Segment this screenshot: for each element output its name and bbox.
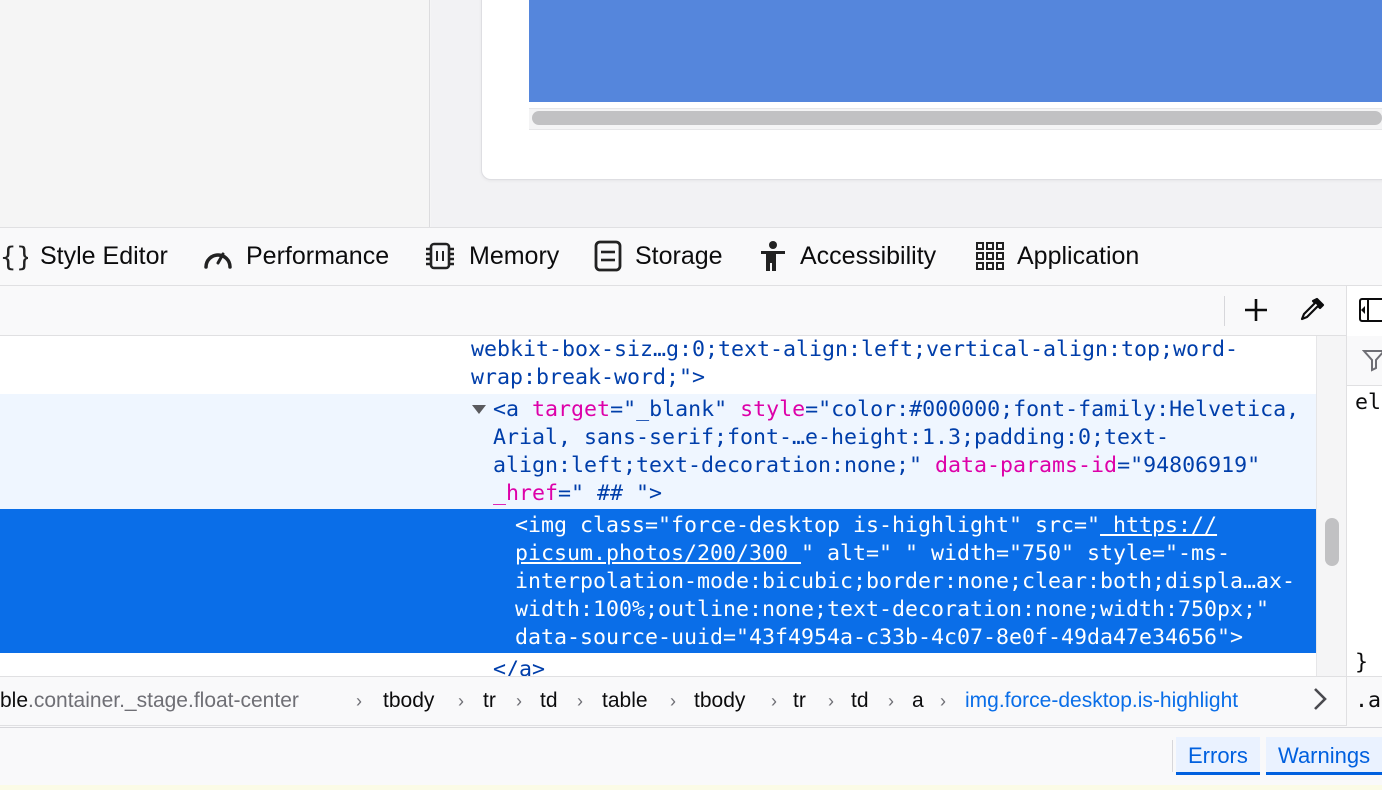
breadcrumb-scroll-right-button[interactable]: [1306, 684, 1334, 718]
chevron-right-icon: ›: [516, 691, 522, 711]
expand-twisty-icon[interactable]: [472, 405, 486, 414]
console-input-strip: [0, 785, 1382, 790]
markup-line: Arial, sans-serif;font-…e-height:1.3;pad…: [493, 425, 1170, 450]
tab-style-editor[interactable]: {} Style Editor: [0, 227, 168, 285]
memory-icon: [423, 241, 457, 271]
markup-line: _href=" ## ">: [493, 481, 663, 506]
breadcrumb-item-active[interactable]: img.force-desktop.is-highlight: [965, 676, 1238, 726]
highlighted-image-region: [529, 0, 1382, 102]
chevron-right-icon: ›: [771, 691, 777, 711]
rule-selector-text: .a: [1355, 688, 1382, 713]
plus-icon: [1243, 297, 1269, 328]
markup-line: data-source-uuid="43f4954a-c33b-4c07-8e0…: [515, 625, 1244, 650]
tab-label: Accessibility: [800, 241, 937, 270]
tab-accessibility[interactable]: Accessibility: [758, 227, 936, 285]
toggle-sidebar-button[interactable]: [1356, 295, 1382, 325]
application-icon: [975, 241, 1005, 271]
tab-memory[interactable]: Memory: [423, 227, 559, 285]
console-divider: [1172, 740, 1173, 772]
chevron-right-icon: ›: [458, 691, 464, 711]
markup-node-a[interactable]: <a target="_blank" style="color:#000000;…: [493, 396, 1299, 424]
markup-line: wrap:break-word;">: [471, 365, 706, 390]
breadcrumb-item[interactable]: a: [912, 676, 924, 726]
chevron-right-icon: [1311, 686, 1329, 717]
add-node-button[interactable]: [1236, 292, 1276, 332]
page-left-column: [0, 0, 430, 227]
toolbar-divider: [1224, 296, 1225, 326]
markup-close-a[interactable]: </a>: [493, 656, 545, 676]
sidebar-toggle-icon: [1356, 298, 1382, 329]
filter-icon[interactable]: [1361, 348, 1382, 377]
errors-filter-button[interactable]: Errors: [1176, 737, 1260, 775]
img-src-link[interactable]: https://: [1100, 513, 1217, 538]
horizontal-scrollbar-thumb[interactable]: [532, 111, 1382, 125]
tab-label: Style Editor: [40, 241, 168, 270]
breadcrumb-item[interactable]: table: [602, 676, 648, 726]
chevron-right-icon: ›: [940, 691, 946, 711]
breadcrumb-item[interactable]: ble.container._stage.float-center: [0, 676, 299, 726]
inspector-toolbar: [0, 286, 1346, 336]
tab-performance[interactable]: Performance: [202, 227, 389, 285]
selected-node-img[interactable]: <img class="force-desktop is-highlight" …: [515, 512, 1217, 540]
markup-view[interactable]: webkit-box-siz…g:0;text-align:left;verti…: [0, 336, 1316, 676]
chevron-right-icon: ›: [828, 691, 834, 711]
chevron-right-icon: ›: [577, 691, 583, 711]
markup-scrollbar-thumb[interactable]: [1325, 518, 1339, 566]
tab-storage[interactable]: Storage: [593, 227, 723, 285]
breadcrumb-item[interactable]: tbody: [383, 676, 434, 726]
chevron-right-icon: ›: [356, 691, 362, 711]
rule-close-brace: }: [1355, 650, 1369, 675]
tab-label: Application: [1017, 241, 1140, 270]
warnings-filter-button[interactable]: Warnings: [1266, 737, 1382, 775]
markup-line: webkit-box-siz…g:0;text-align:left;verti…: [471, 337, 1239, 362]
markup-line: align:left;text-decoration:none;" data-p…: [493, 453, 1261, 478]
tab-application[interactable]: Application: [975, 227, 1139, 285]
performance-icon: [202, 241, 234, 271]
markup-line: interpolation-mode:bicubic;border:none;c…: [515, 569, 1296, 594]
eyedropper-icon: [1298, 296, 1326, 329]
rule-selector-text: el: [1355, 390, 1382, 415]
accessibility-icon: [758, 240, 788, 272]
breadcrumb-item[interactable]: td: [851, 676, 869, 726]
chevron-right-icon: ›: [888, 691, 894, 711]
img-src-link[interactable]: picsum.photos/200/300: [515, 541, 801, 566]
style-editor-icon: {}: [0, 241, 28, 271]
storage-icon: [593, 240, 623, 272]
markup-line: width:100%;outline:none;text-decoration:…: [515, 597, 1270, 622]
breadcrumb-item[interactable]: tr: [483, 676, 496, 726]
tab-label: Memory: [469, 241, 560, 270]
console-filter-bar: [0, 727, 1382, 785]
breadcrumb-item[interactable]: tr: [793, 676, 806, 726]
tab-label: Storage: [635, 241, 723, 270]
svg-text:{}: {}: [0, 242, 28, 271]
breadcrumb-item[interactable]: tbody: [694, 676, 745, 726]
eyedropper-button[interactable]: [1292, 292, 1332, 332]
breadcrumb-item[interactable]: td: [540, 676, 558, 726]
markup-vertical-scrollbar[interactable]: [1316, 336, 1346, 676]
chevron-right-icon: ›: [670, 691, 676, 711]
tab-label: Performance: [246, 241, 390, 270]
markup-line: picsum.photos/200/300 " alt=" " width="7…: [515, 541, 1231, 566]
